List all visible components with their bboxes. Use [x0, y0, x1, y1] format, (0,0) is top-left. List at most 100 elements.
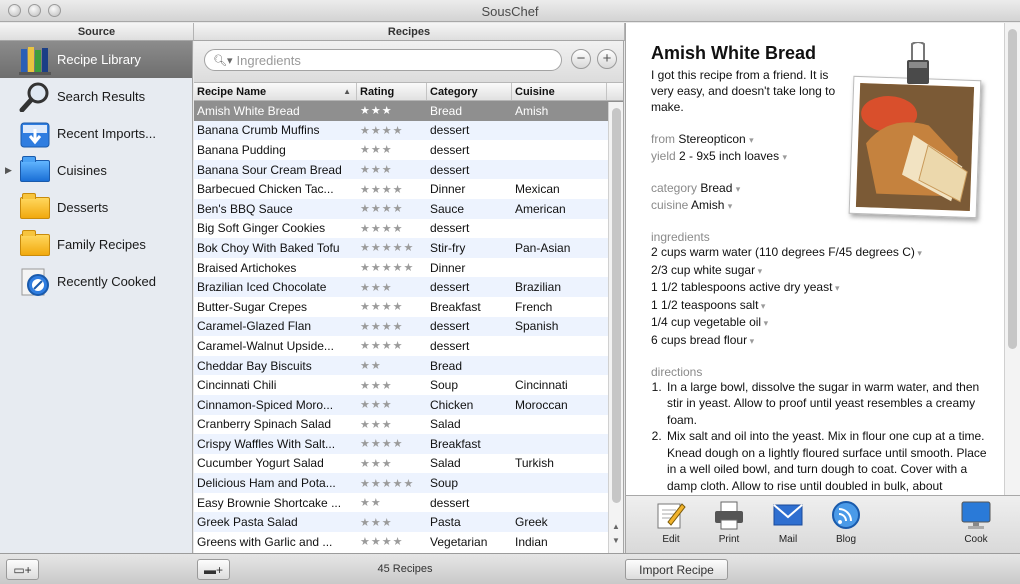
- table-row[interactable]: Cheddar Bay Biscuits ★★ Bread: [194, 355, 623, 376]
- sidebar-item-cuisines[interactable]: ▶ Cuisines: [0, 152, 192, 189]
- table-row[interactable]: Bok Choy With Baked Tofu ★★★★★ Stir-fry Pan…: [194, 238, 623, 258]
- cuisine-cell: Pan-Asian: [515, 240, 571, 255]
- table-row[interactable]: Banana Sour Cream Bread ★★★ dessert: [194, 159, 623, 180]
- category-cell: dessert: [430, 142, 470, 157]
- category-cell: dessert: [430, 319, 470, 334]
- table-row[interactable]: Crispy Waffles With Salt... ★★★★ Breakfast: [194, 434, 623, 454]
- ingredient-item[interactable]: 2 cups warm water (110 degrees F/45 degr…: [651, 244, 996, 262]
- table-row[interactable]: Cranberry Spinach Salad ★★★ Salad: [194, 415, 623, 435]
- table-row[interactable]: Banana Pudding ★★★ dessert: [194, 140, 623, 160]
- recipe-name-cell: Greek Pasta Salad: [197, 515, 298, 530]
- table-row[interactable]: Banana Crumb Muffins ★★★★ dessert: [194, 120, 623, 141]
- bottom-bar: ▭+ ▬+ 45 Recipes Import Recipe: [0, 553, 1020, 584]
- add-button[interactable]: +: [597, 49, 617, 69]
- table-row[interactable]: Butter-Sugar Crepes ★★★★ Breakfast French: [194, 297, 623, 317]
- remove-button[interactable]: −: [571, 49, 591, 69]
- column-cuisine[interactable]: Cuisine: [512, 83, 607, 100]
- rating-cell: ★★★: [360, 281, 393, 294]
- cuisine-cell: Mexican: [515, 182, 560, 197]
- chevron-down-icon: ▾: [758, 300, 766, 311]
- sidebar-item-desserts[interactable]: Desserts: [0, 189, 192, 226]
- import-recipe-button[interactable]: Import Recipe: [625, 559, 728, 580]
- chevron-down-icon: ▾: [749, 135, 754, 145]
- table-row[interactable]: Cinnamon-Spiced Moro... ★★★ Chicken Morocca…: [194, 394, 623, 415]
- cuisine-cell: Greek: [515, 515, 548, 530]
- scroll-up-arrow-icon[interactable]: ▲: [612, 522, 620, 531]
- recipe-name-cell: Cincinnati Chili: [197, 378, 277, 393]
- ingredient-item[interactable]: 2/3 cup white sugar ▾: [651, 262, 996, 280]
- recipe-name-cell: Cucumber Yogurt Salad: [197, 456, 324, 471]
- table-row[interactable]: Cucumber Yogurt Salad ★★★ Salad Turkish: [194, 454, 623, 474]
- table-row[interactable]: Cincinnati Chili ★★★ Soup Cincinnati: [194, 375, 623, 395]
- add-source-icon: ▭+: [13, 562, 32, 577]
- ingredient-item[interactable]: 1 1/2 tablespoons active dry yeast ▾: [651, 279, 996, 297]
- ingredient-item[interactable]: 6 cups bread flour ▾: [651, 332, 996, 350]
- column-category[interactable]: Category: [427, 83, 512, 100]
- category-cell: Salad: [430, 456, 461, 471]
- blog-button[interactable]: Blog: [821, 500, 871, 545]
- table-row[interactable]: Big Soft Ginger Cookies ★★★★ dessert: [194, 219, 623, 239]
- recipe-name-cell: Brazilian Iced Chocolate: [197, 280, 327, 295]
- recipes-header: Recipes: [194, 23, 625, 41]
- column-rating[interactable]: Rating: [357, 83, 427, 100]
- sidebar-item-recent-imports[interactable]: Recent Imports...: [0, 115, 192, 152]
- column-recipe-name[interactable]: Recipe Name ▲: [194, 83, 357, 100]
- print-button[interactable]: Print: [704, 500, 754, 545]
- table-row[interactable]: Delicious Ham and Pota... ★★★★★ Soup: [194, 473, 623, 493]
- recipe-table-body: Amish White Bread ★★★ Bread Amish Banana Cru…: [194, 101, 623, 553]
- printer-icon: [713, 500, 745, 530]
- recipe-name-cell: Barbecued Chicken Tac...: [197, 182, 334, 197]
- new-folder-button[interactable]: ▬+: [197, 559, 230, 580]
- magnifier-icon: [18, 81, 52, 113]
- category-cell: Pasta: [430, 515, 461, 530]
- edit-button[interactable]: Edit: [646, 500, 696, 545]
- table-row[interactable]: Easy Brownie Shortcake ... ★★ dessert: [194, 493, 623, 513]
- sidebar-item-family-recipes[interactable]: Family Recipes: [0, 226, 192, 263]
- rating-cell: ★★★★: [360, 222, 404, 235]
- table-row[interactable]: Ben's BBQ Sauce ★★★★ Sauce American: [194, 198, 623, 219]
- recipe-name-cell: Butter-Sugar Crepes: [197, 299, 308, 314]
- sidebar-item-recently-cooked[interactable]: Recently Cooked: [0, 263, 192, 300]
- rating-cell: ★★★★: [360, 438, 404, 451]
- rating-cell: ★★★: [360, 399, 393, 412]
- sidebar-item-label: Recent Imports...: [57, 126, 156, 141]
- sidebar-item-search-results[interactable]: Search Results: [0, 78, 192, 115]
- scroll-down-arrow-icon[interactable]: ▼: [612, 536, 620, 545]
- rating-cell: ★★★: [360, 516, 393, 529]
- table-row[interactable]: Barbecued Chicken Tac... ★★★★ Dinner Mexica…: [194, 179, 623, 199]
- recipe-name-cell: Banana Sour Cream Bread: [197, 162, 342, 177]
- new-source-button[interactable]: ▭+: [6, 559, 39, 580]
- sidebar-item-label: Search Results: [57, 89, 146, 104]
- cook-button[interactable]: Cook: [951, 500, 1001, 545]
- rating-cell: ★★★★: [360, 183, 404, 196]
- rating-cell: ★★★★★: [360, 477, 415, 490]
- recipe-photo[interactable]: [848, 75, 982, 219]
- rating-cell: ★★★★: [360, 203, 404, 216]
- sidebar-item-recipe-library[interactable]: Recipe Library: [0, 41, 192, 78]
- scrollbar-thumb[interactable]: [1008, 29, 1017, 349]
- ingredient-item[interactable]: 1 1/2 teaspoons salt ▾: [651, 297, 996, 315]
- table-row[interactable]: Caramel-Walnut Upside... ★★★★ dessert: [194, 336, 623, 356]
- ingredients-search-field[interactable]: 🔍︎▾ Ingredients: [204, 49, 562, 71]
- table-row[interactable]: Brazilian Iced Chocolate ★★★ dessert Brazil…: [194, 277, 623, 297]
- bread-image: [855, 83, 975, 211]
- category-cell: Breakfast: [430, 436, 481, 451]
- disclosure-triangle-icon[interactable]: ▶: [5, 165, 12, 176]
- monitor-icon: [960, 500, 992, 530]
- category-cell: Chicken: [430, 397, 474, 412]
- ingredient-item[interactable]: 1/4 cup vegetable oil ▾: [651, 314, 996, 332]
- folder-icon: [18, 229, 52, 261]
- recipe-name-cell: Cranberry Spinach Salad: [197, 417, 332, 432]
- table-row[interactable]: Amish White Bread ★★★ Bread Amish: [194, 101, 623, 121]
- detail-scrollbar[interactable]: [1004, 23, 1020, 495]
- folder-icon: [18, 192, 52, 224]
- rating-cell: ★★★★: [360, 340, 404, 353]
- table-row[interactable]: Greens with Garlic and ... ★★★★ Vegetarian…: [194, 532, 623, 552]
- recipes-scrollbar[interactable]: ▲ ▼: [608, 102, 623, 554]
- table-row[interactable]: Braised Artichokes ★★★★★ Dinner: [194, 258, 623, 278]
- scrollbar-thumb[interactable]: [612, 108, 621, 503]
- table-row[interactable]: Greek Pasta Salad ★★★ Pasta Greek: [194, 512, 623, 533]
- category-cell: Soup: [430, 378, 459, 393]
- table-row[interactable]: Caramel-Glazed Flan ★★★★ dessert Spanish: [194, 316, 623, 337]
- mail-button[interactable]: Mail: [763, 500, 813, 545]
